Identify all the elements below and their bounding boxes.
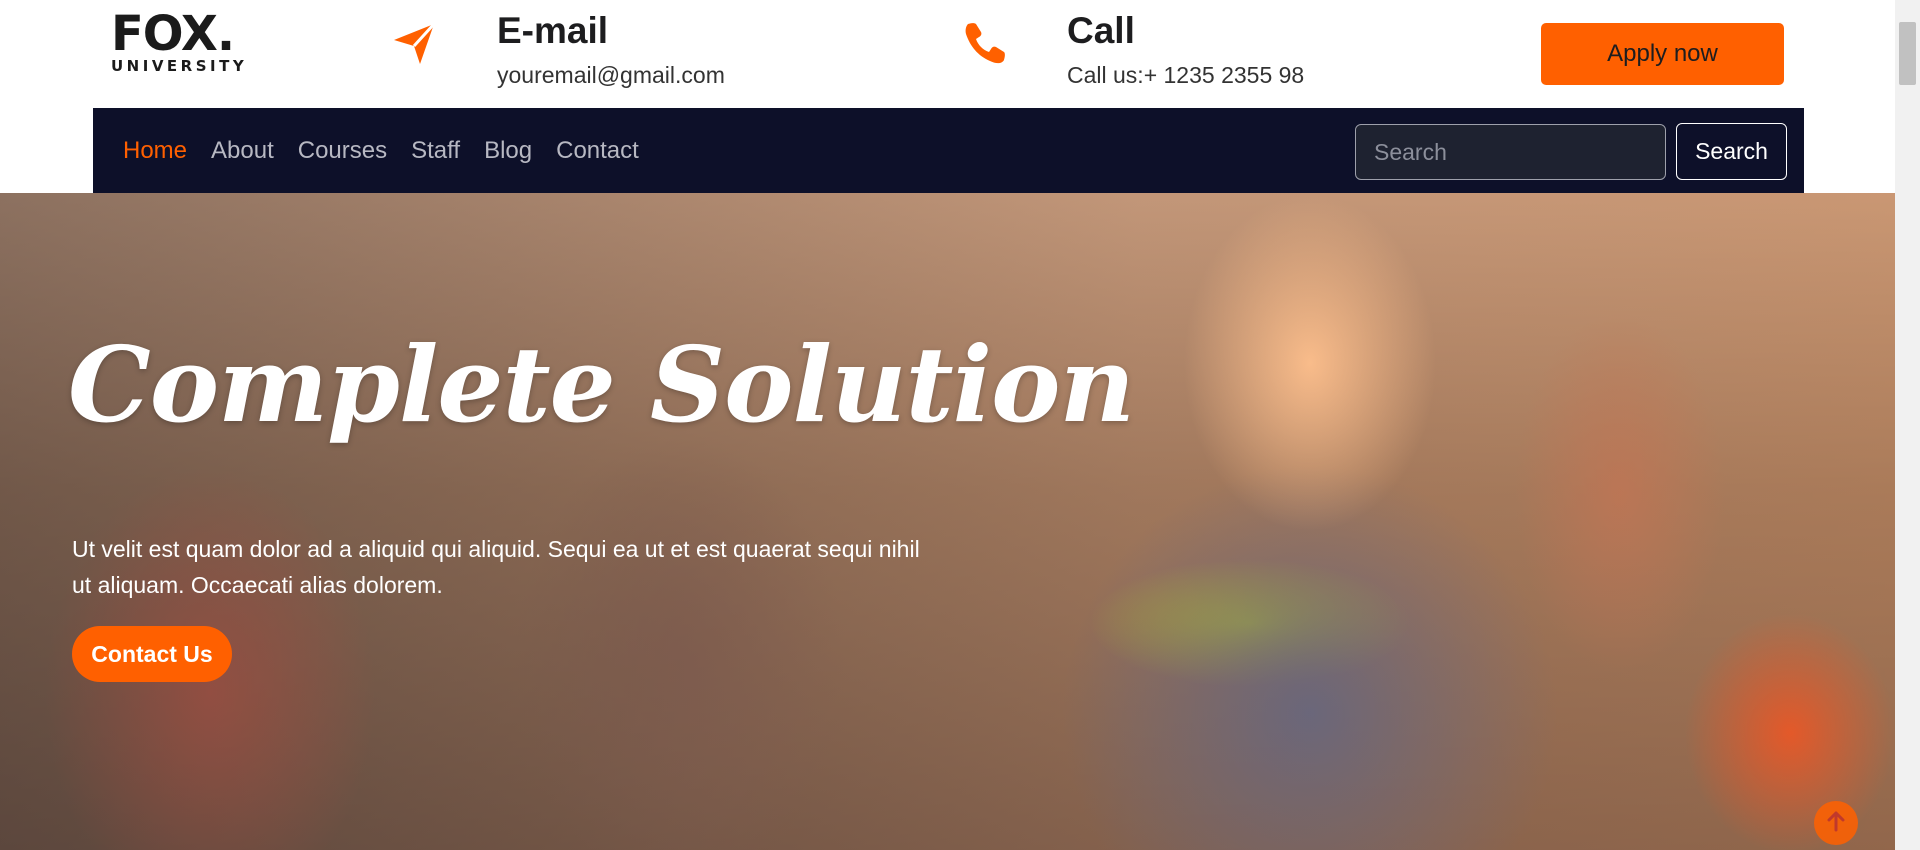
email-value: youremail@gmail.com [497,62,725,88]
call-value: Call us:+ 1235 2355 98 [1067,62,1305,88]
call-contact: Call Call us:+ 1235 2355 98 [960,6,1360,96]
nav-item-blog[interactable]: Blog [484,137,532,165]
nav-item-about[interactable]: About [211,137,274,165]
contact-us-button[interactable]: Contact Us [72,626,232,682]
logo[interactable]: FOX. UNIVERSITY [111,8,261,75]
arrow-up-icon [1823,808,1849,839]
hero-description: Ut velit est quam dolor ad a aliquid qui… [72,536,920,598]
hero-banner: Complete Solution Ut velit est quam dolo… [0,193,1895,850]
nav-item-courses[interactable]: Courses [298,137,387,165]
nav-item-home[interactable]: Home [123,137,187,165]
hero-overlay [0,193,1895,850]
nav-item-contact[interactable]: Contact [556,137,639,165]
search-button[interactable]: Search [1676,123,1787,180]
search-input[interactable] [1355,124,1666,180]
nav-links: Home About Courses Staff Blog Contact [123,108,639,193]
hero-title: Complete Solution [68,323,1135,446]
logo-sub-text: UNIVERSITY [111,57,248,75]
phone-icon [960,18,1010,68]
scroll-to-top-button[interactable] [1814,801,1858,845]
paper-plane-icon [390,18,440,68]
nav-item-staff[interactable]: Staff [411,137,460,165]
logo-main-text: FOX. [111,6,235,62]
call-title: Call [1067,10,1135,51]
main-navbar: Home About Courses Staff Blog Contact Se… [93,108,1804,193]
page-scrollbar[interactable] [1895,0,1920,850]
top-header: FOX. UNIVERSITY E-mail youremail@gmail.c… [0,0,1895,108]
apply-now-button[interactable]: Apply now [1541,23,1784,85]
email-contact: E-mail youremail@gmail.com [390,6,750,96]
email-title: E-mail [497,10,609,51]
scrollbar-thumb[interactable] [1899,22,1916,85]
